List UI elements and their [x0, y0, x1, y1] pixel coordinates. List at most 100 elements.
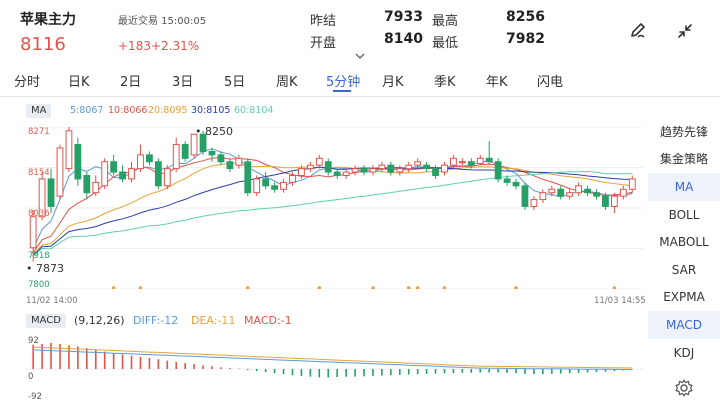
shrink-icon[interactable] [672, 18, 698, 44]
time-start: 11/02 14:00 [26, 296, 78, 306]
last-trade-time: 最近交易 15:00:05 [118, 16, 207, 27]
candle-body [208, 150, 216, 156]
candle-body [271, 185, 278, 190]
candle-body [423, 164, 431, 170]
signal-dot [406, 286, 411, 289]
candle-body [342, 171, 350, 176]
candle-body [575, 185, 583, 194]
ma30-value: 30:8105 [191, 105, 231, 116]
candle-body [378, 164, 386, 170]
candle-body [566, 192, 574, 197]
chevron-down-icon[interactable] [354, 52, 366, 60]
period-tabs: 分时 日K 2日 3日 5日 周K 5分钟 月K 季K 年K 闪电 [0, 66, 720, 94]
candle-body [244, 161, 252, 194]
ma60-line [32, 170, 633, 257]
indicator-macd[interactable]: MACD [648, 311, 720, 339]
tab-5day[interactable]: 5日 [224, 71, 245, 90]
candle-body [172, 144, 180, 170]
macd-axis-top: 92 [28, 336, 39, 346]
candle-body [306, 164, 314, 170]
tab-2day[interactable]: 2日 [120, 71, 141, 90]
indicator-maboll[interactable]: MABOLL [648, 228, 720, 256]
macd-chart[interactable] [26, 331, 643, 398]
tab-day-k[interactable]: 日K [68, 71, 90, 90]
indicator-kdj[interactable]: KDJ [648, 339, 720, 367]
candle-body [29, 216, 37, 249]
candle-body [217, 154, 225, 163]
tab-week-k[interactable]: 周K [276, 71, 298, 90]
candle-body [548, 188, 556, 194]
tab-3day[interactable]: 3日 [172, 71, 193, 90]
tab-5min[interactable]: 5分钟 [326, 71, 360, 90]
high-marker: • 8250 [195, 125, 233, 138]
signal-dot [317, 286, 322, 289]
candle-body [628, 178, 636, 190]
candle-body [619, 188, 627, 197]
candle-body [154, 161, 162, 187]
candle-body [92, 181, 100, 194]
tab-year-k[interactable]: 年K [486, 71, 508, 90]
settings-gear-icon[interactable] [674, 378, 694, 398]
candle-body [539, 192, 547, 201]
candle-body [315, 157, 323, 166]
indicator-ma[interactable]: MA [648, 173, 720, 201]
macd-axis-bottom: -92 [28, 392, 42, 402]
pencil-icon[interactable] [625, 18, 651, 44]
axis-label-top: 8271 [28, 127, 50, 137]
candle-body [512, 181, 520, 187]
axis-label-bottom: 7800 [28, 280, 50, 290]
candle-body [432, 168, 439, 176]
candle-body [101, 161, 109, 187]
candle-body [119, 171, 126, 180]
ma-tag[interactable]: MA [26, 104, 52, 118]
tab-fenshi[interactable]: 分时 [14, 71, 40, 90]
ma10-value: 10:8066 [108, 105, 148, 116]
signal-dot [415, 286, 420, 289]
active-tab-indicator [333, 90, 351, 92]
candlestick-chart[interactable] [26, 127, 643, 289]
last-price: 8116 [20, 34, 66, 55]
candle-body [494, 161, 502, 180]
candle-body [110, 161, 118, 173]
tab-flash[interactable]: 闪电 [537, 71, 563, 90]
prev-settle-value: 7933 [384, 9, 423, 25]
candle-body [65, 130, 73, 170]
candle-body [360, 168, 368, 173]
candle-body [485, 157, 493, 163]
low-value: 7982 [506, 31, 545, 47]
macd-dea: DEA:-11 [191, 314, 236, 327]
candle-body [396, 168, 404, 173]
candle-body [369, 168, 377, 173]
candle-body [476, 157, 484, 164]
indicator-expma[interactable]: EXPMA [648, 283, 720, 311]
signal-dot [138, 286, 143, 289]
candle-body [521, 185, 529, 207]
indicator-gold-strategy[interactable]: 集金策略 [648, 145, 720, 173]
candle-body [226, 161, 234, 170]
macd-tag[interactable]: MACD [26, 314, 66, 328]
candle-body [458, 161, 466, 164]
tab-month-k[interactable]: 月K [382, 71, 404, 90]
candle-body [351, 168, 359, 173]
axis-label-2: 8154 [28, 168, 50, 178]
candle-body [128, 168, 135, 180]
candle-body [181, 144, 189, 159]
candle-body [610, 195, 618, 207]
contract-title: 苹果主力 [20, 12, 76, 28]
candle-body [289, 174, 296, 183]
signal-dot [612, 286, 617, 289]
indicator-panel: 趋势先锋 集金策略 MA BOLL MABOLL SAR EXPMA MACD … [648, 118, 720, 405]
tab-quarter-k[interactable]: 季K [434, 71, 456, 90]
candle-body [530, 199, 538, 207]
indicator-boll[interactable]: BOLL [648, 201, 720, 229]
signal-dot [442, 286, 447, 289]
price-change: +183 [118, 39, 151, 53]
indicator-trend-pioneer[interactable]: 趋势先锋 [648, 118, 720, 146]
candle-body [280, 181, 287, 190]
axis-label-3: 8036 [28, 209, 50, 219]
price-change-pct: +2.31% [151, 39, 200, 53]
indicator-sar[interactable]: SAR [648, 256, 720, 284]
candle-body [253, 178, 261, 194]
candle-body [450, 157, 457, 166]
time-end: 11/03 14:55 [594, 296, 646, 306]
